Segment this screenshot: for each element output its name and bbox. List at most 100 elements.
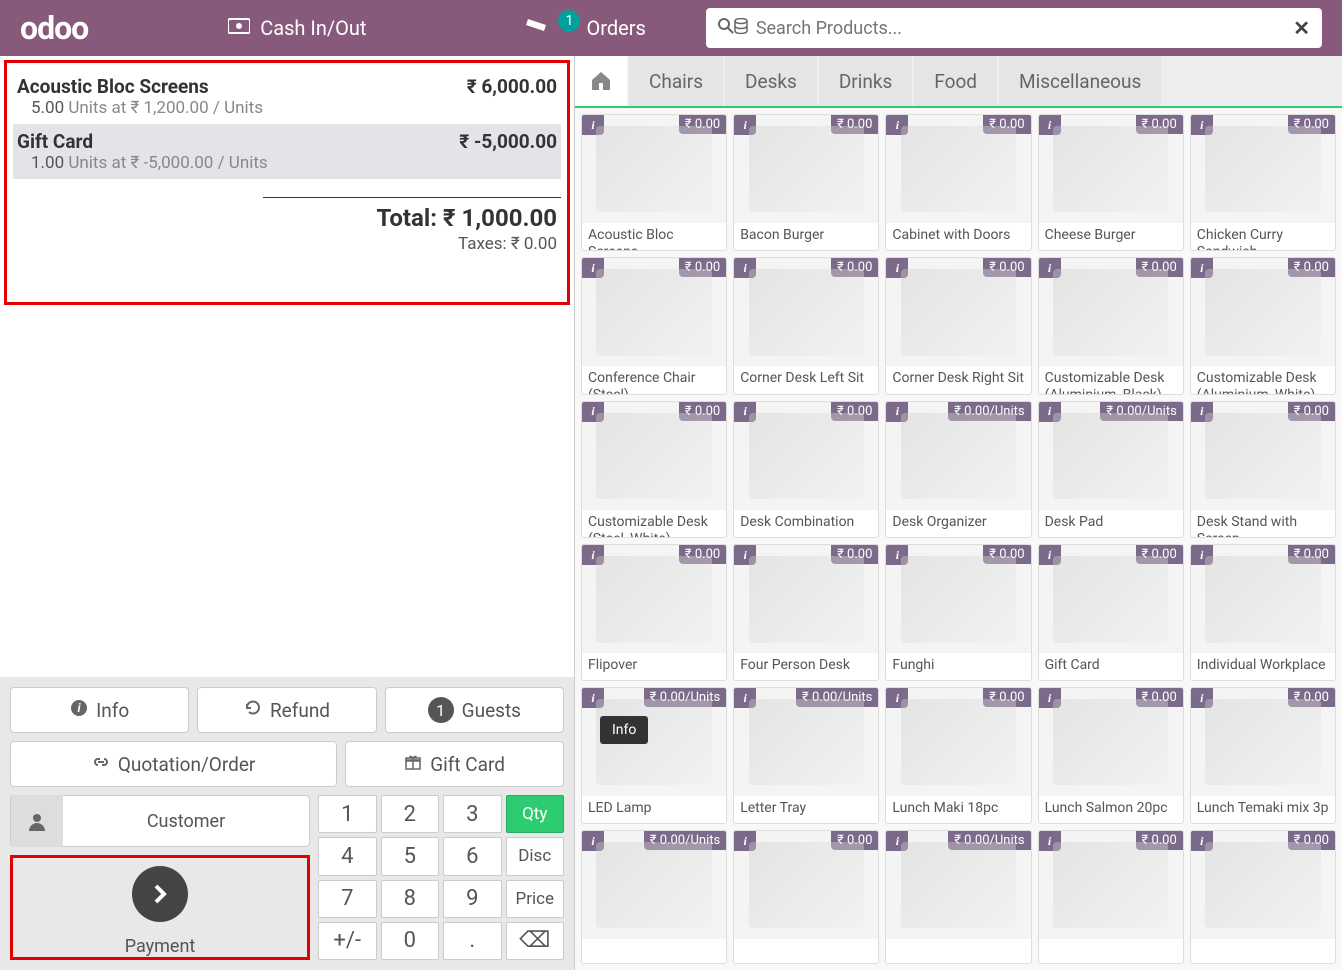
product-name: Cheese Burger — [1039, 223, 1183, 250]
product-card[interactable]: i₹ 0.00Funghi — [885, 544, 1031, 681]
product-card[interactable]: i₹ 0.00Gift Card — [1038, 544, 1184, 681]
product-card[interactable]: i₹ 0.00Lunch Temaki mix 3p — [1190, 687, 1336, 824]
product-card[interactable]: i₹ 0.00Cheese Burger — [1038, 114, 1184, 251]
product-card[interactable]: i₹ 0.00 — [1038, 830, 1184, 964]
numkey-1[interactable]: 1 — [318, 795, 377, 833]
clear-search-icon[interactable]: ✕ — [1293, 16, 1310, 40]
product-card[interactable]: i₹ 0.00Flipover — [581, 544, 727, 681]
info-icon: i — [70, 699, 88, 722]
product-card[interactable]: i₹ 0.00/UnitsInfoLED Lamp — [581, 687, 727, 824]
product-card[interactable]: i₹ 0.00Acoustic Bloc Screens — [581, 114, 727, 251]
category-drinks[interactable]: Drinks — [819, 56, 912, 106]
product-name: Individual Workplace — [1191, 653, 1335, 680]
category-bar: ChairsDesksDrinksFoodMiscellaneous — [575, 56, 1342, 108]
product-name: Cabinet with Doors — [886, 223, 1030, 250]
product-name: Customizable Desk (Aluminium, White) — [1191, 366, 1335, 394]
product-card[interactable]: i₹ 0.00Desk Stand with Screen — [1190, 401, 1336, 538]
numkey-0[interactable]: 0 — [381, 922, 440, 960]
numkey-9[interactable]: 9 — [443, 880, 502, 918]
numkey-5[interactable]: 5 — [381, 837, 440, 875]
numkey-+/-[interactable]: +/- — [318, 922, 377, 960]
category-miscellaneous[interactable]: Miscellaneous — [999, 56, 1161, 106]
category-desks[interactable]: Desks — [725, 56, 817, 106]
mode-qty-button[interactable]: Qty — [506, 795, 565, 833]
product-card[interactable]: i₹ 0.00Four Person Desk — [733, 544, 879, 681]
link-icon — [92, 753, 110, 776]
product-card[interactable]: i₹ 0.00/UnitsDesk Pad — [1038, 401, 1184, 538]
product-card[interactable]: i₹ 0.00Customizable Desk (Aluminium, Whi… — [1190, 257, 1336, 394]
cash-icon — [228, 16, 250, 40]
numkey-.[interactable]: . — [443, 922, 502, 960]
search-input[interactable] — [756, 18, 1293, 39]
mode-price-button[interactable]: Price — [506, 880, 565, 918]
logo: odoo — [20, 9, 88, 47]
product-card[interactable]: i₹ 0.00/UnitsDesk Organizer — [885, 401, 1031, 538]
search-box[interactable]: ✕ — [706, 8, 1322, 48]
line-product-name: Gift Card — [17, 130, 93, 153]
product-card[interactable]: i₹ 0.00Desk Combination — [733, 401, 879, 538]
home-category-button[interactable] — [575, 56, 627, 106]
payment-button[interactable]: Payment — [10, 855, 310, 960]
product-name — [1039, 939, 1183, 963]
category-food[interactable]: Food — [914, 56, 997, 106]
product-name: Acoustic Bloc Screens — [582, 223, 726, 251]
product-card[interactable]: i₹ 0.00/Units — [885, 830, 1031, 964]
product-name: Desk Combination — [734, 510, 878, 537]
product-name — [734, 939, 878, 963]
numkey-8[interactable]: 8 — [381, 880, 440, 918]
info-tooltip: Info — [600, 716, 648, 744]
product-name: Letter Tray — [734, 796, 878, 823]
giftcard-button[interactable]: Gift Card — [345, 741, 564, 787]
product-name: Gift Card — [1039, 653, 1183, 680]
product-name: Desk Stand with Screen — [1191, 510, 1335, 538]
gift-icon — [404, 753, 422, 776]
product-name: Funghi — [886, 653, 1030, 680]
product-name: Conference Chair (Steel) — [582, 366, 726, 394]
product-name: Desk Organizer — [886, 510, 1030, 537]
orders-button[interactable]: 1 Orders — [506, 16, 665, 40]
numkey-7[interactable]: 7 — [318, 880, 377, 918]
product-name: Desk Pad — [1039, 510, 1183, 537]
numpad: 123Qty 456Disc 789Price +/-0.⌫ — [318, 795, 564, 960]
product-card[interactable]: i₹ 0.00Lunch Maki 18pc — [885, 687, 1031, 824]
product-name: Corner Desk Right Sit — [886, 366, 1030, 393]
refund-button[interactable]: Refund — [197, 687, 376, 733]
numkey-4[interactable]: 4 — [318, 837, 377, 875]
line-product-name: Acoustic Bloc Screens — [17, 75, 209, 98]
guests-button[interactable]: 1 Guests — [385, 687, 564, 733]
product-card[interactable]: i₹ 0.00 — [733, 830, 879, 964]
info-button[interactable]: i Info — [10, 687, 189, 733]
product-name — [582, 939, 726, 963]
order-total: Total: ₹ 1,000.00 — [263, 204, 557, 232]
numkey-6[interactable]: 6 — [443, 837, 502, 875]
product-card[interactable]: i₹ 0.00 — [1190, 830, 1336, 964]
product-card[interactable]: i₹ 0.00Conference Chair (Steel) — [581, 257, 727, 394]
product-card[interactable]: i₹ 0.00Corner Desk Left Sit — [733, 257, 879, 394]
category-chairs[interactable]: Chairs — [629, 56, 723, 106]
product-name: Flipover — [582, 653, 726, 680]
product-card[interactable]: i₹ 0.00/Units — [581, 830, 727, 964]
product-card[interactable]: i₹ 0.00Corner Desk Right Sit — [885, 257, 1031, 394]
numkey-3[interactable]: 3 — [443, 795, 502, 833]
product-card[interactable]: i₹ 0.00Bacon Burger — [733, 114, 879, 251]
product-card[interactable]: i₹ 0.00Cabinet with Doors — [885, 114, 1031, 251]
product-card[interactable]: i₹ 0.00Lunch Salmon 20pc — [1038, 687, 1184, 824]
quotation-button[interactable]: Quotation/Order — [10, 741, 337, 787]
order-line[interactable]: Acoustic Bloc Screens₹ 6,000.005.00 Unit… — [13, 69, 561, 124]
orders-label: Orders — [586, 16, 645, 40]
backspace-button[interactable]: ⌫ — [506, 922, 565, 960]
numkey-2[interactable]: 2 — [381, 795, 440, 833]
product-name — [1191, 939, 1335, 963]
product-name: Chicken Curry Sandwich — [1191, 223, 1335, 251]
product-card[interactable]: i₹ 0.00/UnitsLetter Tray — [733, 687, 879, 824]
order-line[interactable]: Gift Card₹ -5,000.001.00 Units at ₹ -5,0… — [13, 124, 561, 179]
mode-disc-button[interactable]: Disc — [506, 837, 565, 875]
product-card[interactable]: i₹ 0.00Chicken Curry Sandwich — [1190, 114, 1336, 251]
product-card[interactable]: i₹ 0.00Individual Workplace — [1190, 544, 1336, 681]
cash-in-out-button[interactable]: Cash In/Out — [208, 16, 386, 40]
product-card[interactable]: i₹ 0.00Customizable Desk (Steel, White) — [581, 401, 727, 538]
order-taxes: Taxes: ₹ 0.00 — [263, 234, 557, 254]
product-name: Customizable Desk (Steel, White) — [582, 510, 726, 538]
product-card[interactable]: i₹ 0.00Customizable Desk (Aluminium, Bla… — [1038, 257, 1184, 394]
customer-button[interactable]: Customer — [10, 795, 310, 847]
